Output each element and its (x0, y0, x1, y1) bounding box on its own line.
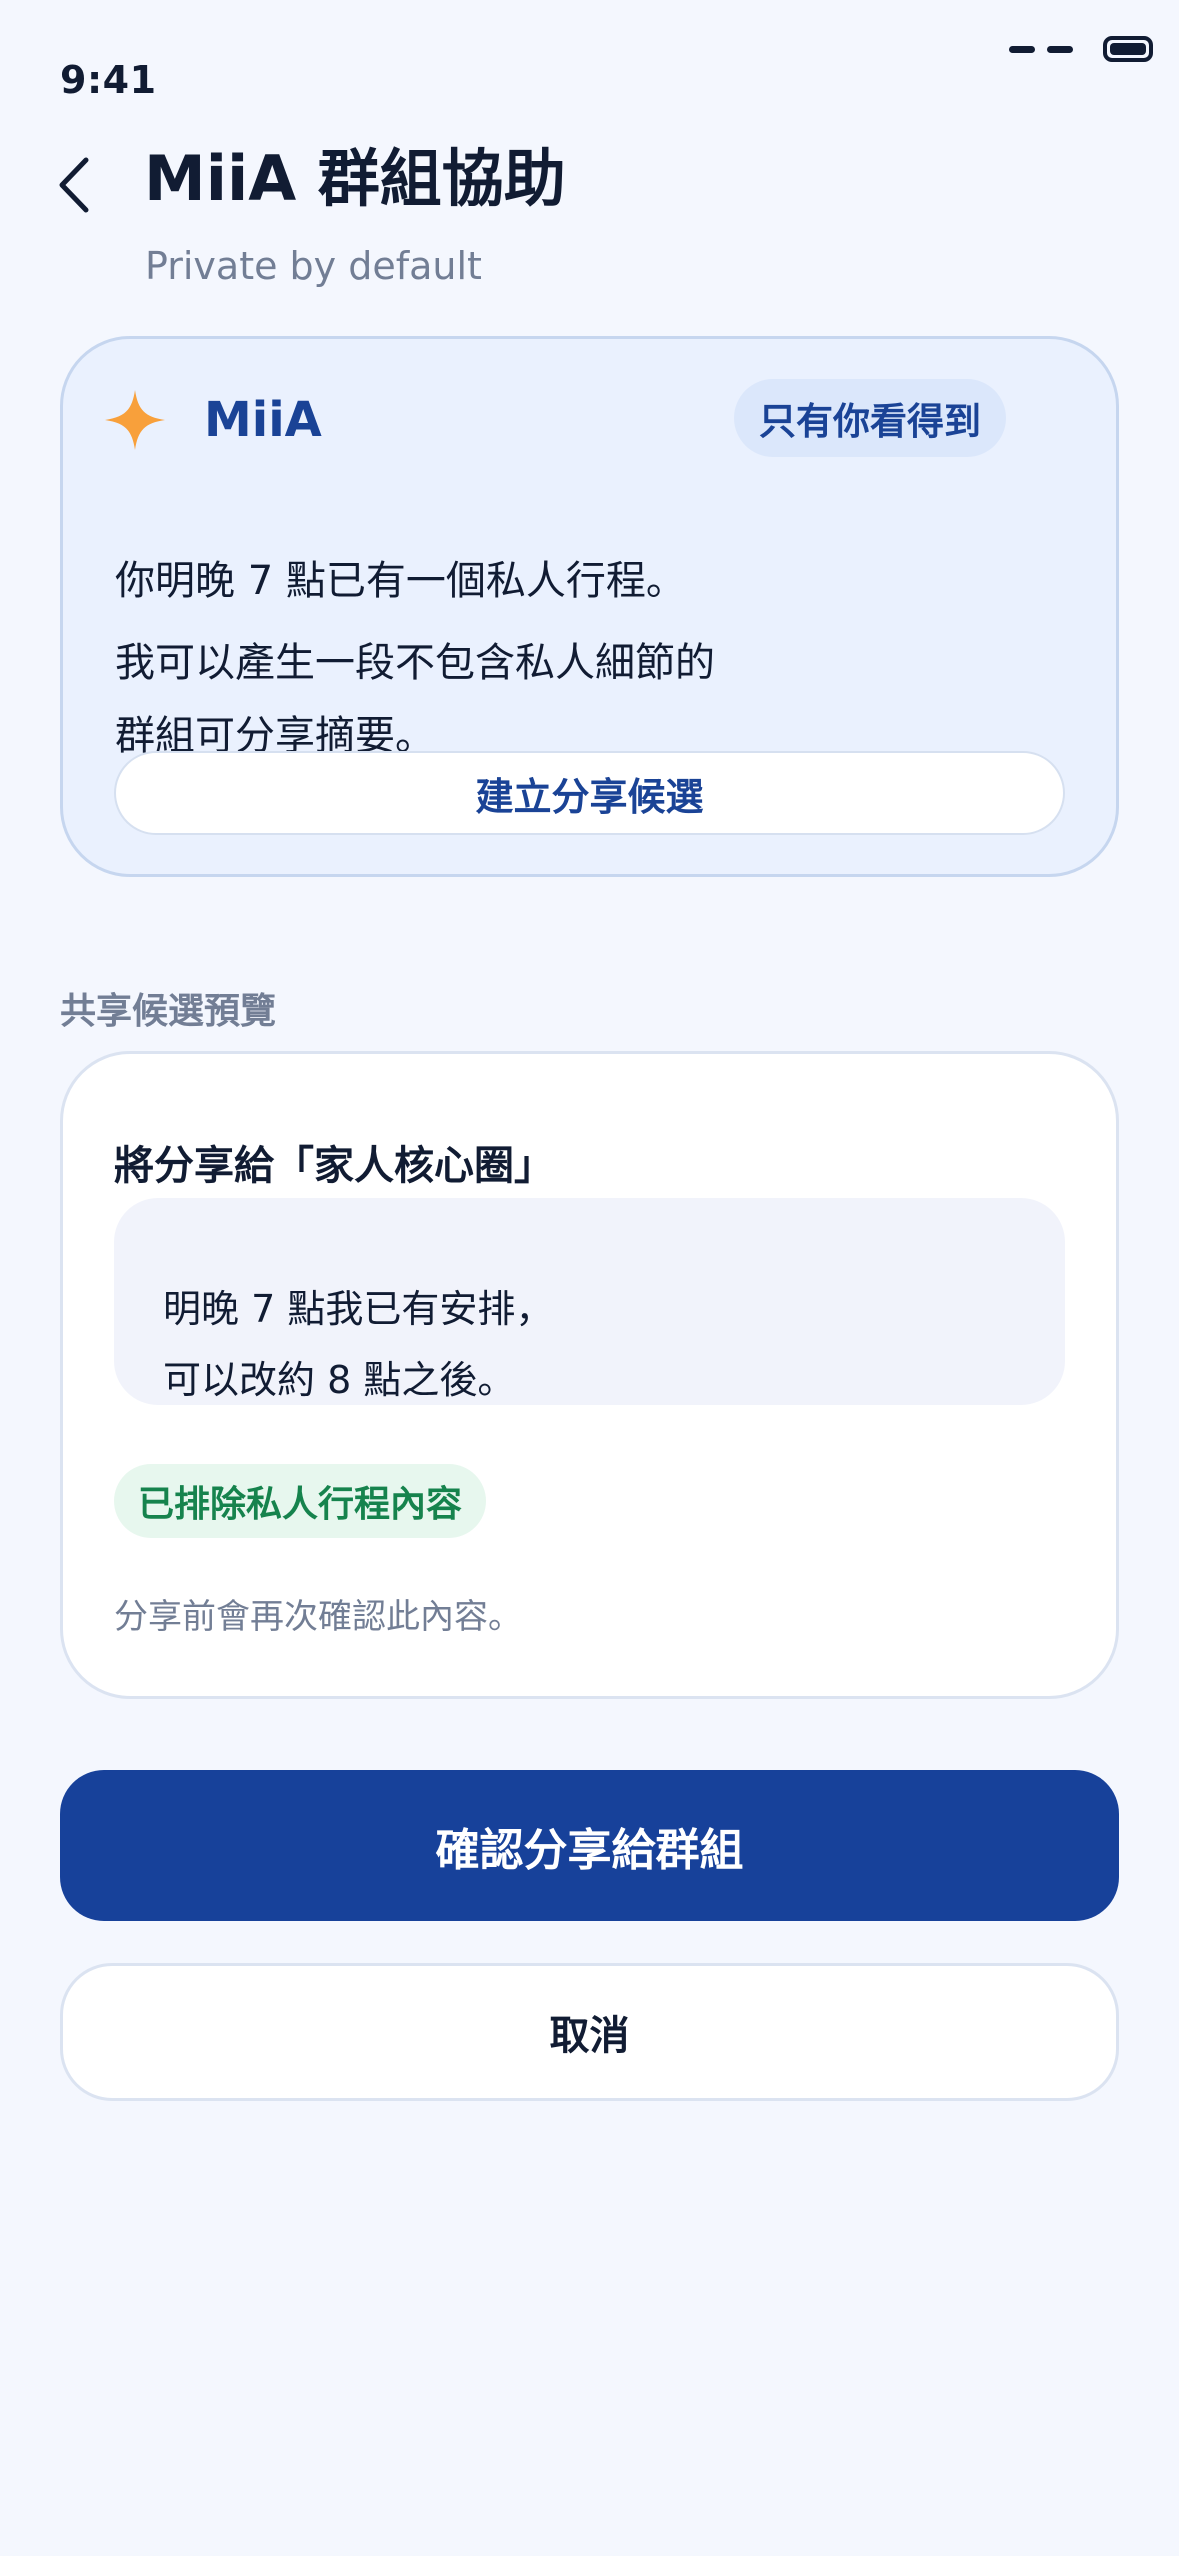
status-icons (1009, 36, 1153, 62)
assistant-name: MiiA (204, 392, 322, 448)
excluded-content-badge: 已排除私人行程內容 (114, 1464, 486, 1538)
shared-message-line: 明晚 7 點我已有安排， (163, 1287, 554, 1331)
back-button[interactable] (44, 150, 104, 220)
battery-icon (1103, 36, 1153, 62)
share-target-label: 將分享給「家人核心圈」 (114, 1143, 554, 1189)
confirm-share-button[interactable]: 確認分享給群組 (60, 1770, 1119, 1921)
sparkle-icon (105, 390, 165, 450)
shared-message-line: 可以改約 8 點之後。 (163, 1358, 516, 1402)
signal-dash-icon (1047, 45, 1073, 53)
privacy-badge: 只有你看得到 (734, 379, 1006, 457)
assistant-message-line: 你明晚 7 點已有一個私人行程。 (115, 558, 686, 604)
status-time: 9:41 (60, 58, 157, 102)
chevron-left-icon (59, 157, 89, 213)
cancel-button[interactable]: 取消 (60, 1963, 1119, 2101)
page-title: MiiA 群組協助 (144, 142, 566, 215)
signal-dash-icon (1009, 45, 1035, 53)
page-subtitle: Private by default (145, 244, 482, 288)
create-share-candidate-button[interactable]: 建立分享候選 (114, 751, 1065, 835)
confirm-note: 分享前會再次確認此內容。 (114, 1597, 522, 1637)
assistant-message-line: 我可以產生一段不包含私人細節的 (115, 640, 715, 686)
section-label: 共享候選預覽 (60, 991, 277, 1032)
